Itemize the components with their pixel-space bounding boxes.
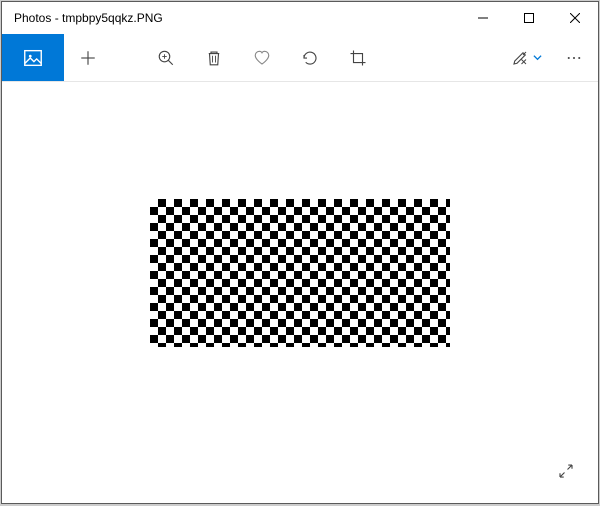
crop-icon [349,49,367,67]
fullscreen-button[interactable] [550,455,582,487]
window-controls [460,2,598,34]
edit-create-button[interactable] [502,34,550,81]
more-button[interactable] [550,34,598,81]
displayed-image [150,199,450,347]
heart-icon [253,49,271,67]
add-to-button[interactable] [64,34,112,81]
rotate-icon [301,49,319,67]
rotate-button[interactable] [286,34,334,81]
collection-button[interactable] [2,34,64,81]
minimize-icon [478,13,488,23]
zoom-in-icon [157,49,175,67]
plus-icon [79,49,97,67]
close-icon [570,13,580,23]
fullscreen-icon [557,462,575,480]
photos-app-window: Photos - tmpbpy5qqkz.PNG [1,1,599,504]
edit-icon [511,49,529,67]
minimize-button[interactable] [460,2,506,34]
toolbar-spacer [112,34,142,81]
window-title: Photos - tmpbpy5qqkz.PNG [2,11,460,25]
ellipsis-icon [565,49,583,67]
maximize-button[interactable] [506,2,552,34]
toolbar [2,34,598,82]
favorite-button[interactable] [238,34,286,81]
zoom-button[interactable] [142,34,190,81]
close-button[interactable] [552,2,598,34]
delete-button[interactable] [190,34,238,81]
titlebar: Photos - tmpbpy5qqkz.PNG [2,2,598,34]
crop-button[interactable] [334,34,382,81]
trash-icon [205,49,223,67]
picture-icon [22,47,44,69]
chevron-down-icon [533,53,542,62]
maximize-icon [524,13,534,23]
toolbar-flex-spacer [382,34,502,81]
image-viewport[interactable] [2,82,598,503]
